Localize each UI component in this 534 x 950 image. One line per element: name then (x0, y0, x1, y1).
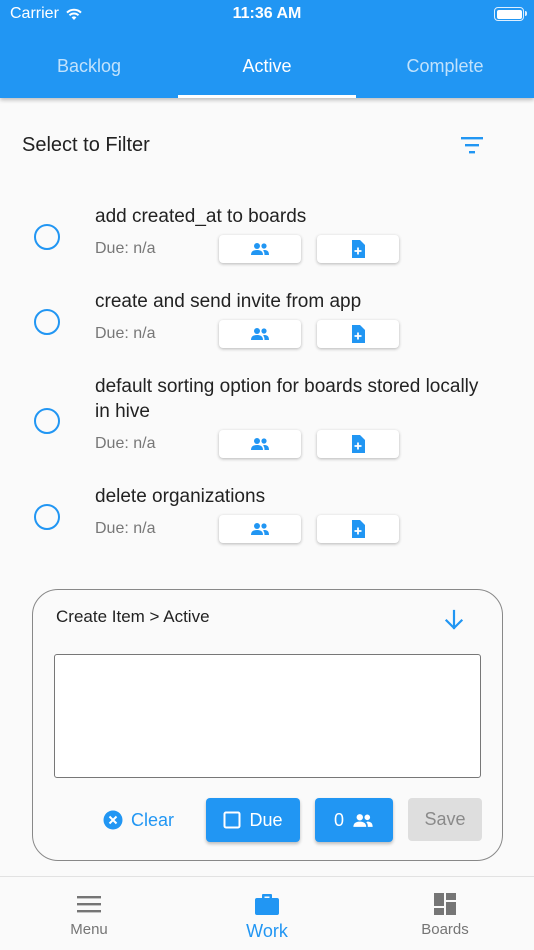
note-add-icon (352, 240, 365, 258)
tab-backlog[interactable]: Backlog (0, 40, 178, 98)
item-title: default sorting option for boards stored… (95, 376, 479, 422)
list-item: delete organizations Due: n/a (0, 480, 534, 565)
item-meta: Due: n/a (95, 234, 514, 264)
due-button[interactable]: Due (206, 798, 300, 842)
nav-work-label: Work (246, 921, 288, 941)
complete-radio[interactable] (34, 408, 60, 434)
list-item: create and send invite from app Due: n/a (0, 285, 534, 370)
menu-icon (77, 896, 101, 913)
status-bar: Carrier 11:36 AM (0, 0, 534, 30)
nav-work[interactable]: Work (178, 877, 356, 950)
filter-label: Select to Filter (22, 134, 150, 156)
add-note-button[interactable] (317, 235, 399, 263)
clear-label: Clear (131, 809, 175, 830)
tab-active[interactable]: Active (178, 40, 356, 98)
assignee-count: 0 (333, 809, 344, 830)
assignees-button[interactable]: 0 (315, 798, 393, 842)
complete-radio[interactable] (34, 504, 60, 530)
assign-users-button[interactable] (219, 320, 301, 348)
clear-button[interactable]: Clear (103, 798, 174, 842)
item-meta: Due: n/a (95, 429, 514, 459)
note-add-icon (352, 520, 365, 538)
item-due: Due: n/a (95, 240, 156, 257)
tab-bar: Backlog Active Complete (0, 40, 534, 98)
add-note-button[interactable] (317, 430, 399, 458)
arrow-down-icon[interactable] (442, 608, 466, 632)
item-due: Due: n/a (95, 435, 156, 452)
assign-users-button[interactable] (219, 430, 301, 458)
complete-radio[interactable] (34, 224, 60, 250)
tab-complete[interactable]: Complete (356, 40, 534, 98)
nav-menu-label: Menu (70, 921, 108, 938)
item-due: Due: n/a (95, 325, 156, 342)
create-item-panel: Create Item > Active Clear Due 0 Save (32, 589, 503, 861)
app-bar: Carrier 11:36 AM Backlog Active Complete (0, 0, 534, 98)
add-note-button[interactable] (317, 515, 399, 543)
assign-users-button[interactable] (219, 515, 301, 543)
list-item: add created_at to boards Due: n/a (0, 200, 534, 285)
dashboard-icon (434, 893, 456, 915)
filter-row: Select to Filter (22, 132, 512, 158)
item-title: add created_at to boards (95, 206, 307, 227)
save-button[interactable]: Save (408, 798, 482, 841)
bottom-nav: Menu Work Boards (0, 876, 534, 950)
item-due: Due: n/a (95, 520, 156, 537)
due-label: Due (249, 809, 283, 830)
note-add-icon (352, 325, 365, 343)
item-list: add created_at to boards Due: n/a create… (0, 200, 534, 565)
nav-boards[interactable]: Boards (356, 877, 534, 950)
create-actions: Clear Due 0 Save (33, 798, 504, 842)
checkbox-outline-icon (223, 811, 241, 829)
people-icon (251, 328, 269, 340)
status-time: 11:36 AM (232, 5, 302, 22)
people-icon (353, 813, 373, 827)
nav-menu[interactable]: Menu (0, 877, 178, 950)
item-meta: Due: n/a (95, 319, 514, 349)
item-meta: Due: n/a (95, 514, 514, 544)
list-item: default sorting option for boards stored… (0, 370, 534, 480)
create-item-title: Create Item > Active (56, 607, 210, 626)
add-note-button[interactable] (317, 320, 399, 348)
note-add-icon (352, 435, 365, 453)
battery-icon (494, 7, 527, 21)
complete-radio[interactable] (34, 309, 60, 335)
cancel-icon (103, 810, 123, 830)
item-title: create and send invite from app (95, 291, 362, 312)
people-icon (251, 438, 269, 450)
item-title: delete organizations (95, 486, 266, 507)
people-icon (251, 523, 269, 535)
nav-boards-label: Boards (421, 921, 469, 938)
filter-icon[interactable] (460, 134, 484, 156)
item-text-input[interactable] (54, 654, 481, 778)
assign-users-button[interactable] (219, 235, 301, 263)
briefcase-icon (255, 894, 279, 915)
people-icon (251, 243, 269, 255)
